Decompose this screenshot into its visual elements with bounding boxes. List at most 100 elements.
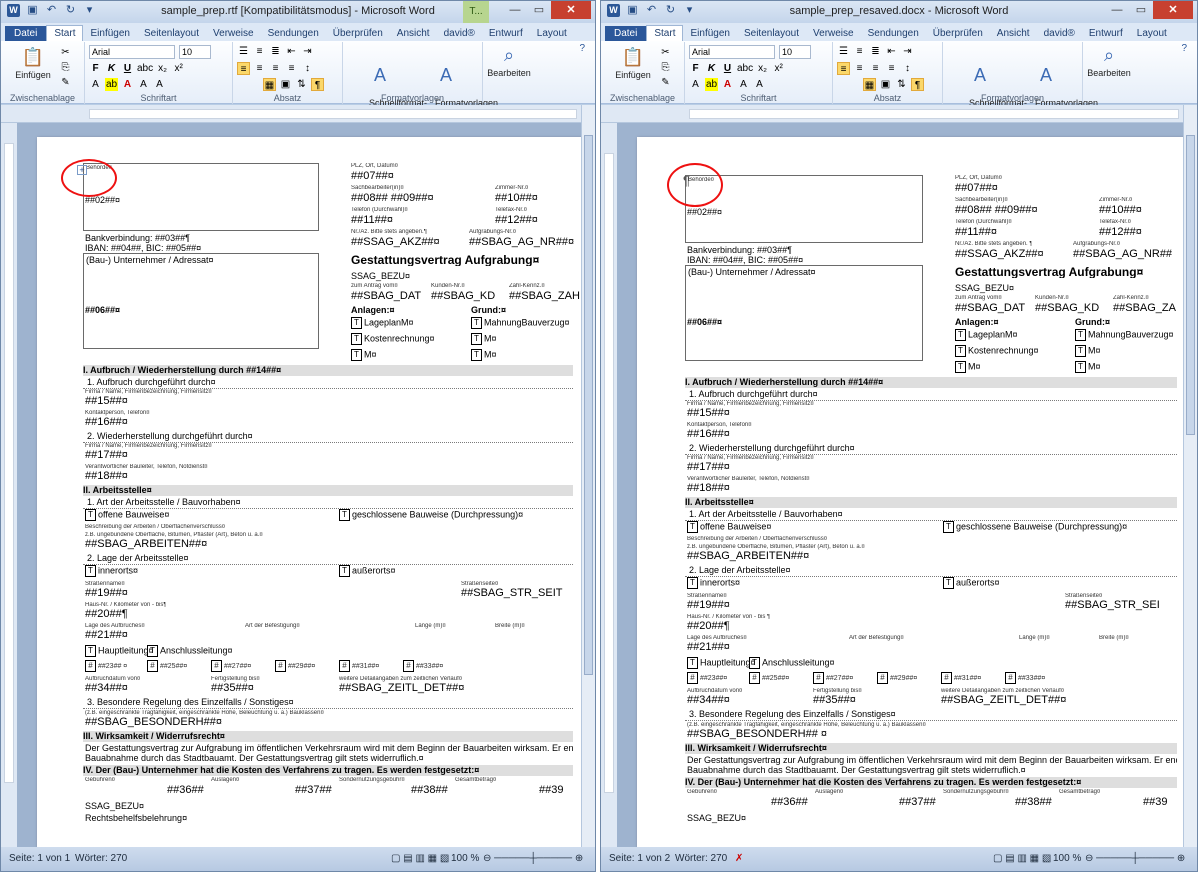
tab-layout[interactable]: Layout bbox=[530, 26, 574, 41]
cut-icon[interactable]: ✂ bbox=[659, 46, 672, 59]
strikethrough-icon[interactable]: abc bbox=[137, 62, 153, 75]
font-size-select[interactable]: 10 bbox=[779, 45, 811, 59]
checkbox[interactable]: T bbox=[85, 645, 96, 657]
vertical-ruler[interactable] bbox=[1, 123, 17, 847]
tab-design[interactable]: Entwurf bbox=[482, 26, 530, 41]
view-buttons[interactable]: ▢ ▤ ▥ ▦ ▧ bbox=[391, 853, 449, 864]
shrink-font-icon[interactable]: A bbox=[153, 78, 166, 91]
decrease-indent-icon[interactable]: ⇤ bbox=[885, 45, 898, 58]
tab-references[interactable]: Verweise bbox=[206, 26, 261, 41]
checkbox[interactable]: T bbox=[687, 521, 698, 533]
checkbox[interactable]: T bbox=[687, 577, 698, 589]
editing-button[interactable]: ⌕ Bearbeiten bbox=[1085, 44, 1133, 78]
tab-mailings[interactable]: Sendungen bbox=[261, 26, 326, 41]
page-count[interactable]: Seite: 1 von 1 bbox=[9, 853, 70, 864]
bold-icon[interactable]: F bbox=[689, 62, 702, 75]
underline-icon[interactable]: U bbox=[721, 62, 734, 75]
editing-button[interactable]: ⌕ Bearbeiten bbox=[485, 44, 533, 78]
tab-start[interactable]: Start bbox=[646, 25, 684, 41]
context-tab-table[interactable]: T... bbox=[463, 1, 489, 23]
sort-icon[interactable]: ⇅ bbox=[895, 78, 908, 91]
checkbox[interactable]: T bbox=[1075, 345, 1086, 357]
paste-button[interactable]: 📋 Einfügen bbox=[11, 46, 55, 80]
checkbox[interactable]: T bbox=[339, 565, 350, 577]
borders-icon[interactable]: ▣ bbox=[279, 78, 292, 91]
checkbox[interactable]: T bbox=[955, 361, 966, 373]
copy-icon[interactable]: ⎘ bbox=[659, 61, 672, 74]
checkbox[interactable]: T bbox=[955, 329, 966, 341]
tab-mailings[interactable]: Sendungen bbox=[861, 26, 926, 41]
vertical-ruler[interactable] bbox=[601, 123, 617, 847]
checkbox[interactable]: T bbox=[85, 509, 96, 521]
checkbox[interactable]: T bbox=[147, 645, 158, 657]
tab-layout[interactable]: Layout bbox=[1130, 26, 1174, 41]
align-center-icon[interactable]: ≡ bbox=[253, 62, 266, 75]
font-color-icon[interactable]: A bbox=[121, 78, 134, 91]
multilevel-list-icon[interactable]: ≣ bbox=[269, 45, 282, 58]
align-right-icon[interactable]: ≡ bbox=[269, 62, 282, 75]
tab-view[interactable]: Ansicht bbox=[990, 26, 1037, 41]
tab-david[interactable]: david® bbox=[437, 26, 482, 41]
align-center-icon[interactable]: ≡ bbox=[853, 62, 866, 75]
vertical-scrollbar[interactable] bbox=[581, 105, 595, 847]
document-page[interactable]: Behörde¤ ##02##¤ PLZ, Ort, Datum¤ ##07##… bbox=[637, 137, 1183, 847]
subscript-icon[interactable]: x₂ bbox=[756, 62, 769, 75]
maximize-icon[interactable]: ▭ bbox=[527, 1, 551, 19]
checkbox[interactable]: T bbox=[943, 577, 954, 589]
checkbox[interactable]: T bbox=[471, 349, 482, 361]
checkbox[interactable]: T bbox=[471, 333, 482, 345]
format-painter-icon[interactable]: ✎ bbox=[59, 76, 72, 89]
multilevel-list-icon[interactable]: ≣ bbox=[869, 45, 882, 58]
maximize-icon[interactable]: ▭ bbox=[1129, 1, 1153, 19]
checkbox[interactable]: T bbox=[1075, 329, 1086, 341]
borders-icon[interactable]: ▣ bbox=[879, 78, 892, 91]
checkbox[interactable]: T bbox=[351, 317, 362, 329]
checkbox[interactable]: T bbox=[749, 657, 760, 669]
horizontal-ruler[interactable] bbox=[601, 105, 1197, 123]
justify-icon[interactable]: ≡ bbox=[285, 62, 298, 75]
text-effects-icon[interactable]: A bbox=[89, 78, 102, 91]
view-buttons[interactable]: ▢ ▤ ▥ ▦ ▧ bbox=[993, 853, 1051, 864]
checkbox[interactable]: # bbox=[403, 660, 414, 672]
help-icon[interactable]: ? bbox=[1181, 43, 1187, 54]
bold-icon[interactable]: F bbox=[89, 62, 102, 75]
cut-icon[interactable]: ✂ bbox=[59, 46, 72, 59]
checkbox[interactable]: # bbox=[1005, 672, 1016, 684]
checkbox[interactable]: T bbox=[471, 317, 482, 329]
checkbox[interactable]: # bbox=[211, 660, 222, 672]
minimize-icon[interactable]: — bbox=[503, 1, 527, 19]
zoom-level[interactable]: 100 % bbox=[451, 853, 479, 864]
grow-font-icon[interactable]: A bbox=[737, 78, 750, 91]
highlight-icon[interactable]: ab bbox=[105, 78, 118, 91]
tab-insert[interactable]: Einfügen bbox=[683, 26, 736, 41]
bullets-icon[interactable]: ☰ bbox=[237, 45, 250, 58]
font-size-select[interactable]: 10 bbox=[179, 45, 211, 59]
checkbox[interactable]: # bbox=[339, 660, 350, 672]
checkbox[interactable]: # bbox=[85, 660, 96, 672]
bullets-icon[interactable]: ☰ bbox=[837, 45, 850, 58]
superscript-icon[interactable]: x² bbox=[772, 62, 785, 75]
superscript-icon[interactable]: x² bbox=[172, 62, 185, 75]
font-color-icon[interactable]: A bbox=[721, 78, 734, 91]
checkbox[interactable]: # bbox=[687, 672, 698, 684]
subscript-icon[interactable]: x₂ bbox=[156, 62, 169, 75]
checkbox[interactable]: # bbox=[749, 672, 760, 684]
tab-review[interactable]: Überprüfen bbox=[326, 26, 390, 41]
checkbox[interactable]: T bbox=[339, 509, 350, 521]
highlight-icon[interactable]: ab bbox=[705, 78, 718, 91]
checkbox[interactable]: T bbox=[1075, 361, 1086, 373]
zoom-slider[interactable]: ⊖ ─────┼───── ⊕ bbox=[483, 853, 583, 864]
checkbox[interactable]: T bbox=[943, 521, 954, 533]
italic-icon[interactable]: K bbox=[105, 62, 118, 75]
font-name-select[interactable]: Arial bbox=[689, 45, 775, 59]
italic-icon[interactable]: K bbox=[705, 62, 718, 75]
format-painter-icon[interactable]: ✎ bbox=[659, 76, 672, 89]
tab-view[interactable]: Ansicht bbox=[390, 26, 437, 41]
align-left-icon[interactable]: ≡ bbox=[837, 62, 850, 75]
minimize-icon[interactable]: — bbox=[1105, 1, 1129, 19]
increase-indent-icon[interactable]: ⇥ bbox=[301, 45, 314, 58]
align-right-icon[interactable]: ≡ bbox=[869, 62, 882, 75]
underline-icon[interactable]: U bbox=[121, 62, 134, 75]
font-name-select[interactable]: Arial bbox=[89, 45, 175, 59]
checkbox[interactable]: T bbox=[351, 349, 362, 361]
